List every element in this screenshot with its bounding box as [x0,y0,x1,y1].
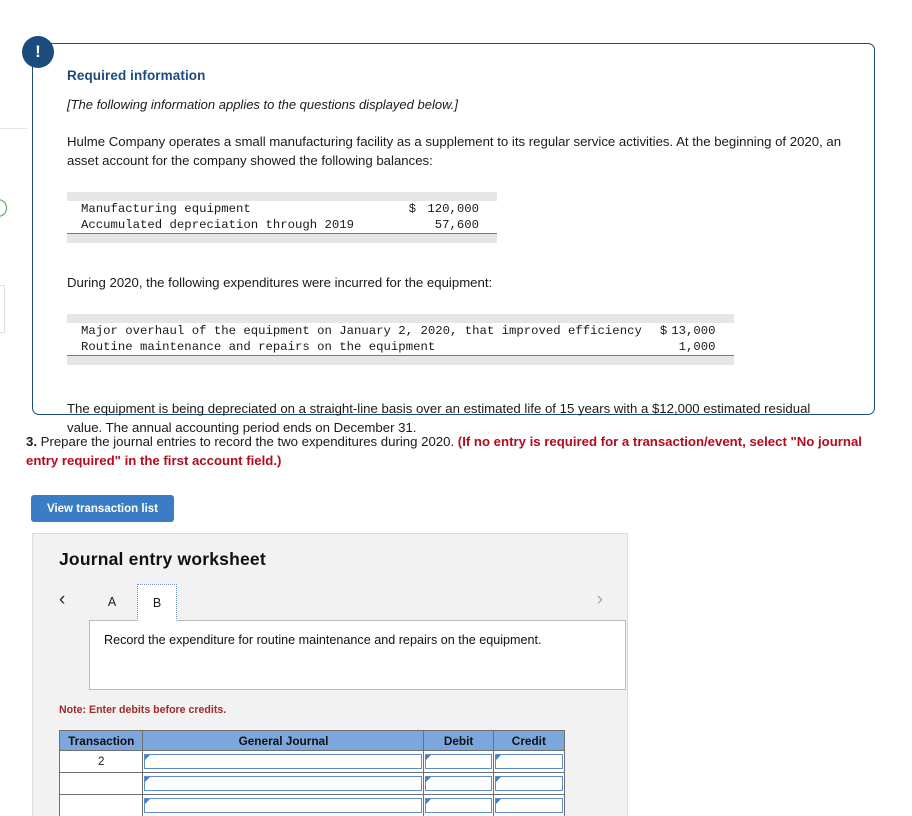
balance-label-0: Manufacturing equipment [81,202,251,216]
general-journal-input-0[interactable] [144,754,423,769]
credit-cell-1 [492,772,566,795]
table-row [58,794,566,816]
transaction-number-1 [58,772,144,795]
table-row: 2 [58,750,566,773]
exclamation-icon: ! [22,36,54,68]
tab-a[interactable]: A [92,584,132,621]
debit-cell-2 [423,794,494,816]
table-row: Major overhaul of the equipment on Janua… [67,323,734,339]
table-row [58,772,566,795]
table-row: Accumulated depreciation through 2019 57… [67,217,497,234]
general-journal-input-1[interactable] [144,776,423,791]
question-number: 3. [26,434,37,449]
credit-input-2[interactable] [494,798,563,813]
transaction-number-2 [58,794,144,816]
expenditure-amount-0: 13,000 [671,324,716,338]
balance-amount-1: 57,600 [434,218,479,232]
debit-cell-1 [423,772,494,795]
general-journal-input-2[interactable] [144,798,423,813]
page-title: Required information [67,68,206,83]
expenditure-label-0: Major overhaul of the equipment on Janua… [81,324,642,338]
table-row: Manufacturing equipment $ 120,000 [67,201,497,217]
expenditures-table: Major overhaul of the equipment on Janua… [67,314,734,365]
intro-paragraph: Hulme Company operates a small manufactu… [67,134,842,168]
required-information-card: Required information [The following info… [32,43,875,435]
debit-cell-0 [423,750,494,773]
chevron-right-icon[interactable]: › [597,588,603,612]
page-edge-green-circle-icon [0,199,7,217]
credit-cell-0 [492,750,566,773]
column-header-credit: Credit [492,730,566,751]
expenditure-currency-0: $ [659,324,668,338]
view-transaction-list-button[interactable]: View transaction list [31,495,174,522]
credit-input-0[interactable] [494,754,563,769]
question-prompt: 3. Prepare the journal entries to record… [26,432,886,470]
general-journal-cell-0 [142,750,425,773]
mid-paragraph: During 2020, the following expenditures … [67,275,493,290]
balance-currency-1 [392,217,418,234]
expenditure-label-1: Routine maintenance and repairs on the e… [81,340,436,354]
page-edge-divider [0,128,27,129]
column-header-debit: Debit [423,730,494,751]
worksheet-tab-strip: ‹ A B › [59,584,603,622]
expenditure-currency-1 [650,339,669,356]
chevron-left-icon[interactable]: ‹ [59,588,65,612]
general-journal-cell-1 [142,772,425,795]
journal-table-header-row: Transaction General Journal Debit Credit [58,730,566,751]
applies-note: [The following information applies to th… [67,97,458,112]
tab-b[interactable]: B [137,584,177,621]
balance-currency-0: $ [408,202,417,216]
credit-cell-2 [492,794,566,816]
expenditure-amount-1: 1,000 [678,340,716,354]
credit-input-1[interactable] [494,776,563,791]
journal-entry-worksheet-panel: Journal entry worksheet ‹ A B › Record t… [32,533,628,816]
debit-input-1[interactable] [425,776,492,791]
journal-entry-table: Transaction General Journal Debit Credit… [58,730,566,816]
question-text: Prepare the journal entries to record th… [37,434,458,449]
balances-table: Manufacturing equipment $ 120,000 Accumu… [67,192,497,243]
general-journal-cell-2 [142,794,425,816]
debit-note: Note: Enter debits before credits. [59,704,227,716]
balance-label-1: Accumulated depreciation through 2019 [81,218,355,232]
table-row: Routine maintenance and repairs on the e… [67,339,734,356]
worksheet-prompt-box: Record the expenditure for routine maint… [89,620,626,690]
debit-input-2[interactable] [425,798,492,813]
column-header-transaction: Transaction [58,730,144,751]
column-header-general-journal: General Journal [142,730,425,751]
debit-input-0[interactable] [425,754,492,769]
worksheet-prompt-text: Record the expenditure for routine maint… [104,633,542,647]
balance-amount-0: 120,000 [427,202,479,216]
worksheet-title: Journal entry worksheet [59,549,266,569]
transaction-number-0: 2 [58,750,144,773]
page-edge-box-fragment [0,285,5,333]
